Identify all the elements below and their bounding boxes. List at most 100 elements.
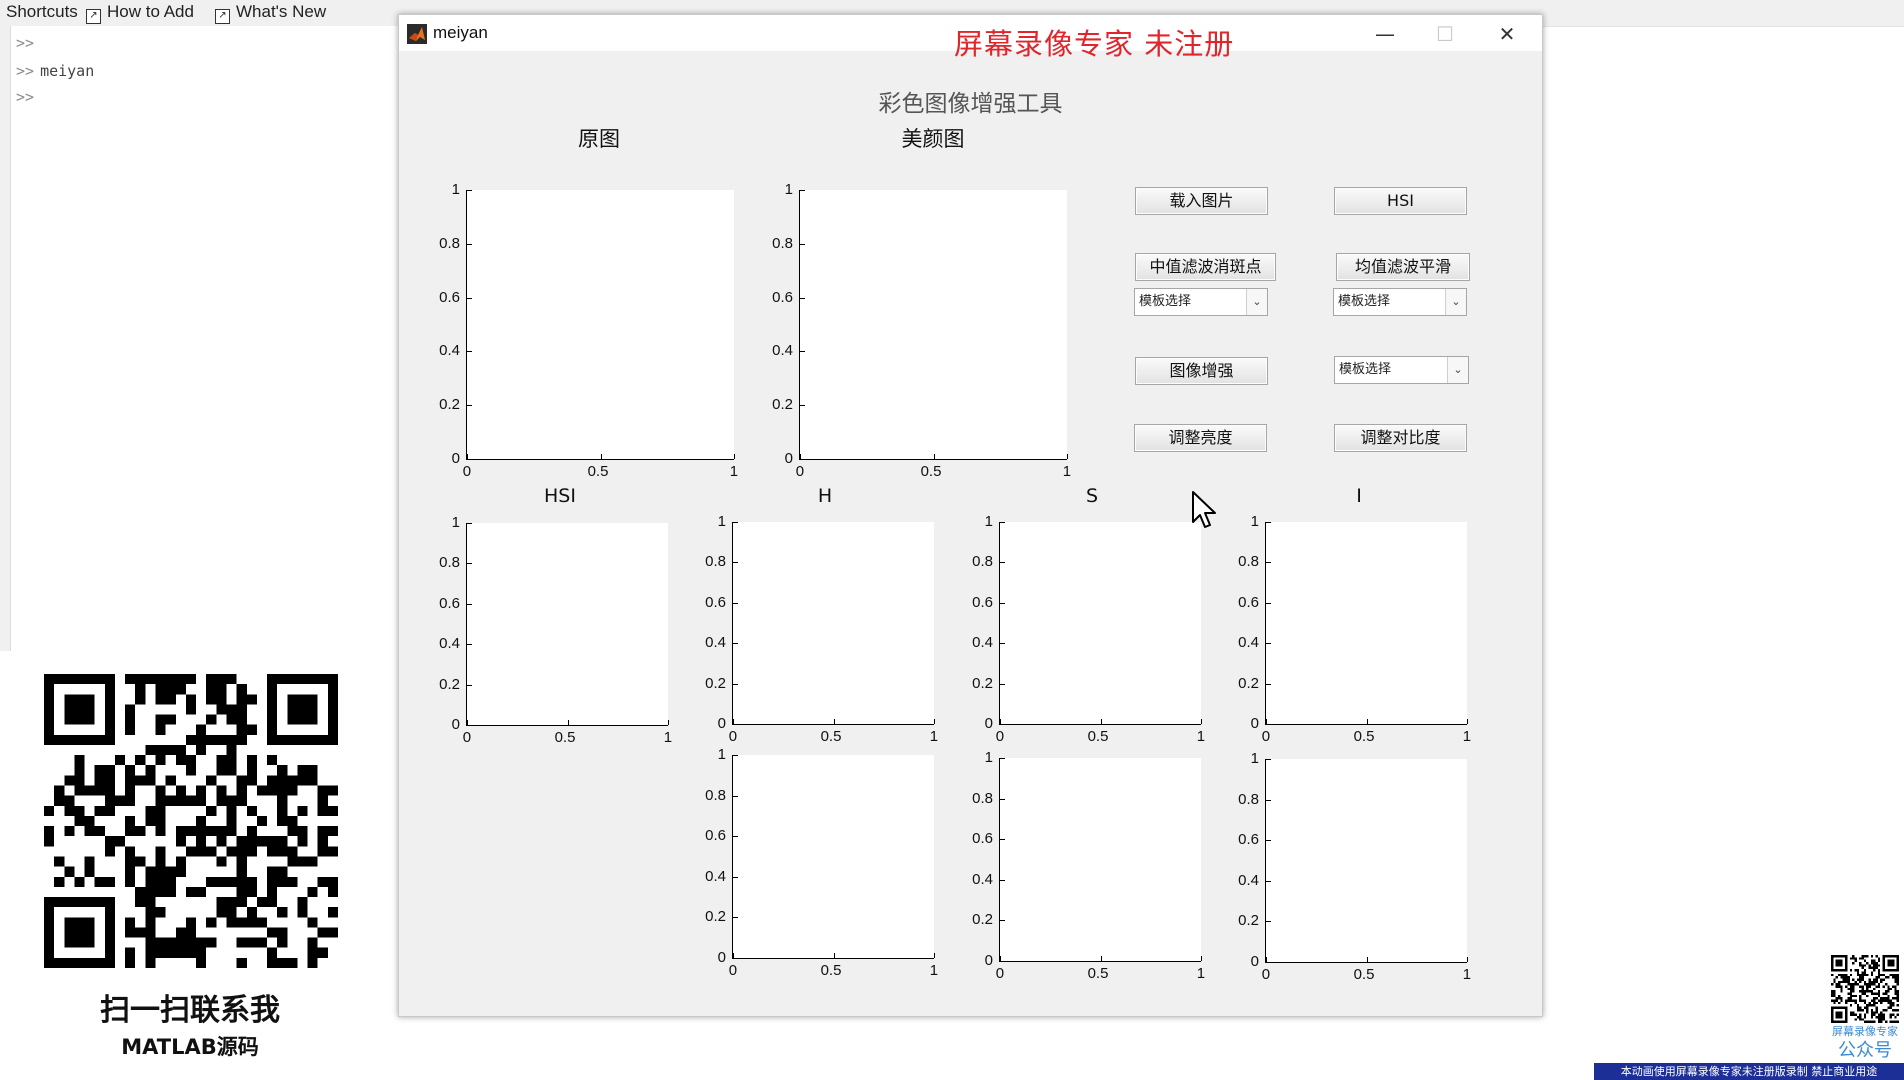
close-button[interactable]: ✕ — [1487, 21, 1527, 47]
y-tick-label: 0.4 — [972, 634, 993, 652]
h-histogram-axes: 0 0.2 0.4 0.6 0.8 1 0 0.5 1 — [705, 746, 938, 979]
y-tick-label: 0.8 — [972, 789, 993, 807]
chevron-down-icon: ⌄ — [1246, 289, 1267, 315]
y-tick-mark — [467, 351, 472, 353]
command-window-edge — [0, 26, 11, 651]
adjust-contrast-button[interactable]: 调整对比度 — [1334, 424, 1467, 452]
y-tick-mark — [733, 795, 738, 797]
chevron-down-icon: ⌄ — [1447, 357, 1468, 383]
x-tick-label: 0.5 — [1087, 728, 1109, 745]
y-tick-label: 0.2 — [1238, 674, 1259, 692]
y-tick-mark — [1000, 920, 1005, 922]
wechat-qr-code-icon — [1831, 955, 1899, 1023]
command-line: >> meiyan — [16, 62, 94, 80]
shortcut-icon: ↗ — [86, 9, 101, 24]
maximize-button[interactable]: ☐ — [1425, 21, 1465, 47]
y-tick-label: 0 — [1250, 953, 1259, 970]
x-tick-label: 1 — [929, 962, 939, 979]
minimize-button[interactable]: — — [1365, 21, 1405, 47]
median-template-dropdown[interactable]: 模板选择 ⌄ — [1134, 288, 1268, 316]
y-tick-mark — [467, 459, 472, 460]
y-tick-mark — [1000, 961, 1005, 962]
x-tick-label: 0.5 — [1353, 966, 1375, 983]
command-window[interactable]: >> >> meiyan >> — [0, 26, 398, 651]
x-tick-mark — [1100, 956, 1102, 961]
hsi-button[interactable]: HSI — [1334, 187, 1467, 215]
y-tick-label: 0.8 — [439, 554, 460, 572]
y-tick-mark — [1266, 759, 1271, 760]
x-tick-label: 0 — [995, 728, 1005, 745]
y-tick-label: 1 — [451, 181, 460, 198]
x-tick-label: 1 — [1462, 966, 1472, 983]
y-tick-label: 0.4 — [1238, 634, 1259, 652]
x-tick-mark — [668, 720, 669, 725]
y-tick-mark — [800, 351, 805, 353]
shortcuts-label[interactable]: Shortcuts — [6, 0, 78, 24]
mean-template-dropdown[interactable]: 模板选择 ⌄ — [1333, 288, 1467, 316]
x-tick-mark — [833, 953, 835, 958]
y-tick-label: 0.8 — [1238, 553, 1259, 571]
y-tick-mark — [1000, 683, 1005, 685]
whats-new-link[interactable]: ↗ What's New — [215, 0, 326, 24]
prompt: >> — [16, 88, 35, 106]
y-tick-label: 0 — [984, 952, 993, 969]
image-enhance-button[interactable]: 图像增强 — [1135, 357, 1268, 385]
how-to-add-link[interactable]: ↗ How to Add — [86, 0, 194, 24]
hsi-image-axes: 0 0.2 0.4 0.6 0.8 1 0 0.5 1 — [439, 514, 672, 746]
y-tick-mark — [1000, 643, 1005, 645]
x-tick-label: 1 — [1062, 463, 1072, 480]
figure-titlebar[interactable]: meiyan 屏幕录像专家 未注册 — ☐ ✕ — [399, 15, 1542, 61]
y-tick-mark — [800, 459, 805, 460]
y-tick-label: 0.2 — [772, 396, 793, 414]
y-tick-mark — [733, 643, 738, 645]
x-tick-mark — [467, 720, 468, 725]
how-to-add-label: How to Add — [107, 2, 194, 21]
x-tick-mark — [1100, 719, 1102, 724]
y-tick-mark — [1000, 798, 1005, 800]
y-tick-mark — [733, 755, 738, 756]
y-tick-mark — [1000, 839, 1005, 841]
y-tick-label: 1 — [984, 749, 993, 766]
y-tick-mark — [1266, 522, 1271, 523]
y-tick-label: 1 — [1250, 513, 1259, 530]
x-tick-label: 0.5 — [920, 463, 942, 480]
x-tick-mark — [1467, 957, 1468, 962]
y-tick-label: 0 — [784, 450, 793, 467]
h-title: H — [817, 485, 833, 507]
y-tick-mark — [467, 563, 472, 565]
y-tick-label: 0.2 — [439, 396, 460, 414]
h-channel-axes: 0 0.2 0.4 0.6 0.8 1 0 0.5 1 — [705, 513, 938, 745]
y-tick-label: 0 — [717, 949, 726, 966]
y-tick-mark — [1000, 758, 1005, 759]
enhance-template-dropdown[interactable]: 模板选择 ⌄ — [1334, 356, 1469, 384]
y-tick-label: 0.6 — [439, 594, 460, 612]
y-tick-label: 0.4 — [439, 635, 460, 653]
y-tick-label: 0 — [717, 715, 726, 732]
y-tick-label: 0.4 — [705, 634, 726, 652]
qr-caption: 扫一扫联系我 — [100, 993, 280, 1028]
x-tick-mark — [1266, 957, 1267, 962]
y-tick-mark — [733, 562, 738, 564]
y-tick-label: 1 — [984, 513, 993, 530]
y-tick-mark — [1000, 724, 1005, 725]
dropdown-value: 模板选择 — [1338, 294, 1391, 309]
hsi-title: HSI — [544, 485, 576, 507]
y-tick-label: 1 — [717, 513, 726, 530]
y-tick-mark — [733, 683, 738, 685]
command-line: >> — [16, 88, 40, 106]
y-tick-label: 1 — [1250, 750, 1259, 767]
y-tick-label: 0.4 — [439, 342, 460, 360]
median-filter-button[interactable]: 中值滤波消斑点 — [1135, 253, 1276, 281]
load-image-button[interactable]: 载入图片 — [1135, 187, 1268, 215]
y-tick-label: 0.6 — [705, 827, 726, 845]
x-tick-mark — [734, 454, 735, 459]
y-tick-label: 1 — [717, 746, 726, 763]
mean-filter-button[interactable]: 均值滤波平滑 — [1336, 253, 1470, 281]
x-tick-label: 0 — [1261, 728, 1271, 745]
x-tick-mark — [1201, 719, 1202, 724]
contact-qr-code-icon — [44, 674, 338, 968]
adjust-brightness-button[interactable]: 调整亮度 — [1134, 424, 1267, 452]
x-tick-mark — [1366, 719, 1368, 724]
x-tick-label: 1 — [729, 463, 739, 480]
y-tick-label: 0 — [451, 450, 460, 467]
